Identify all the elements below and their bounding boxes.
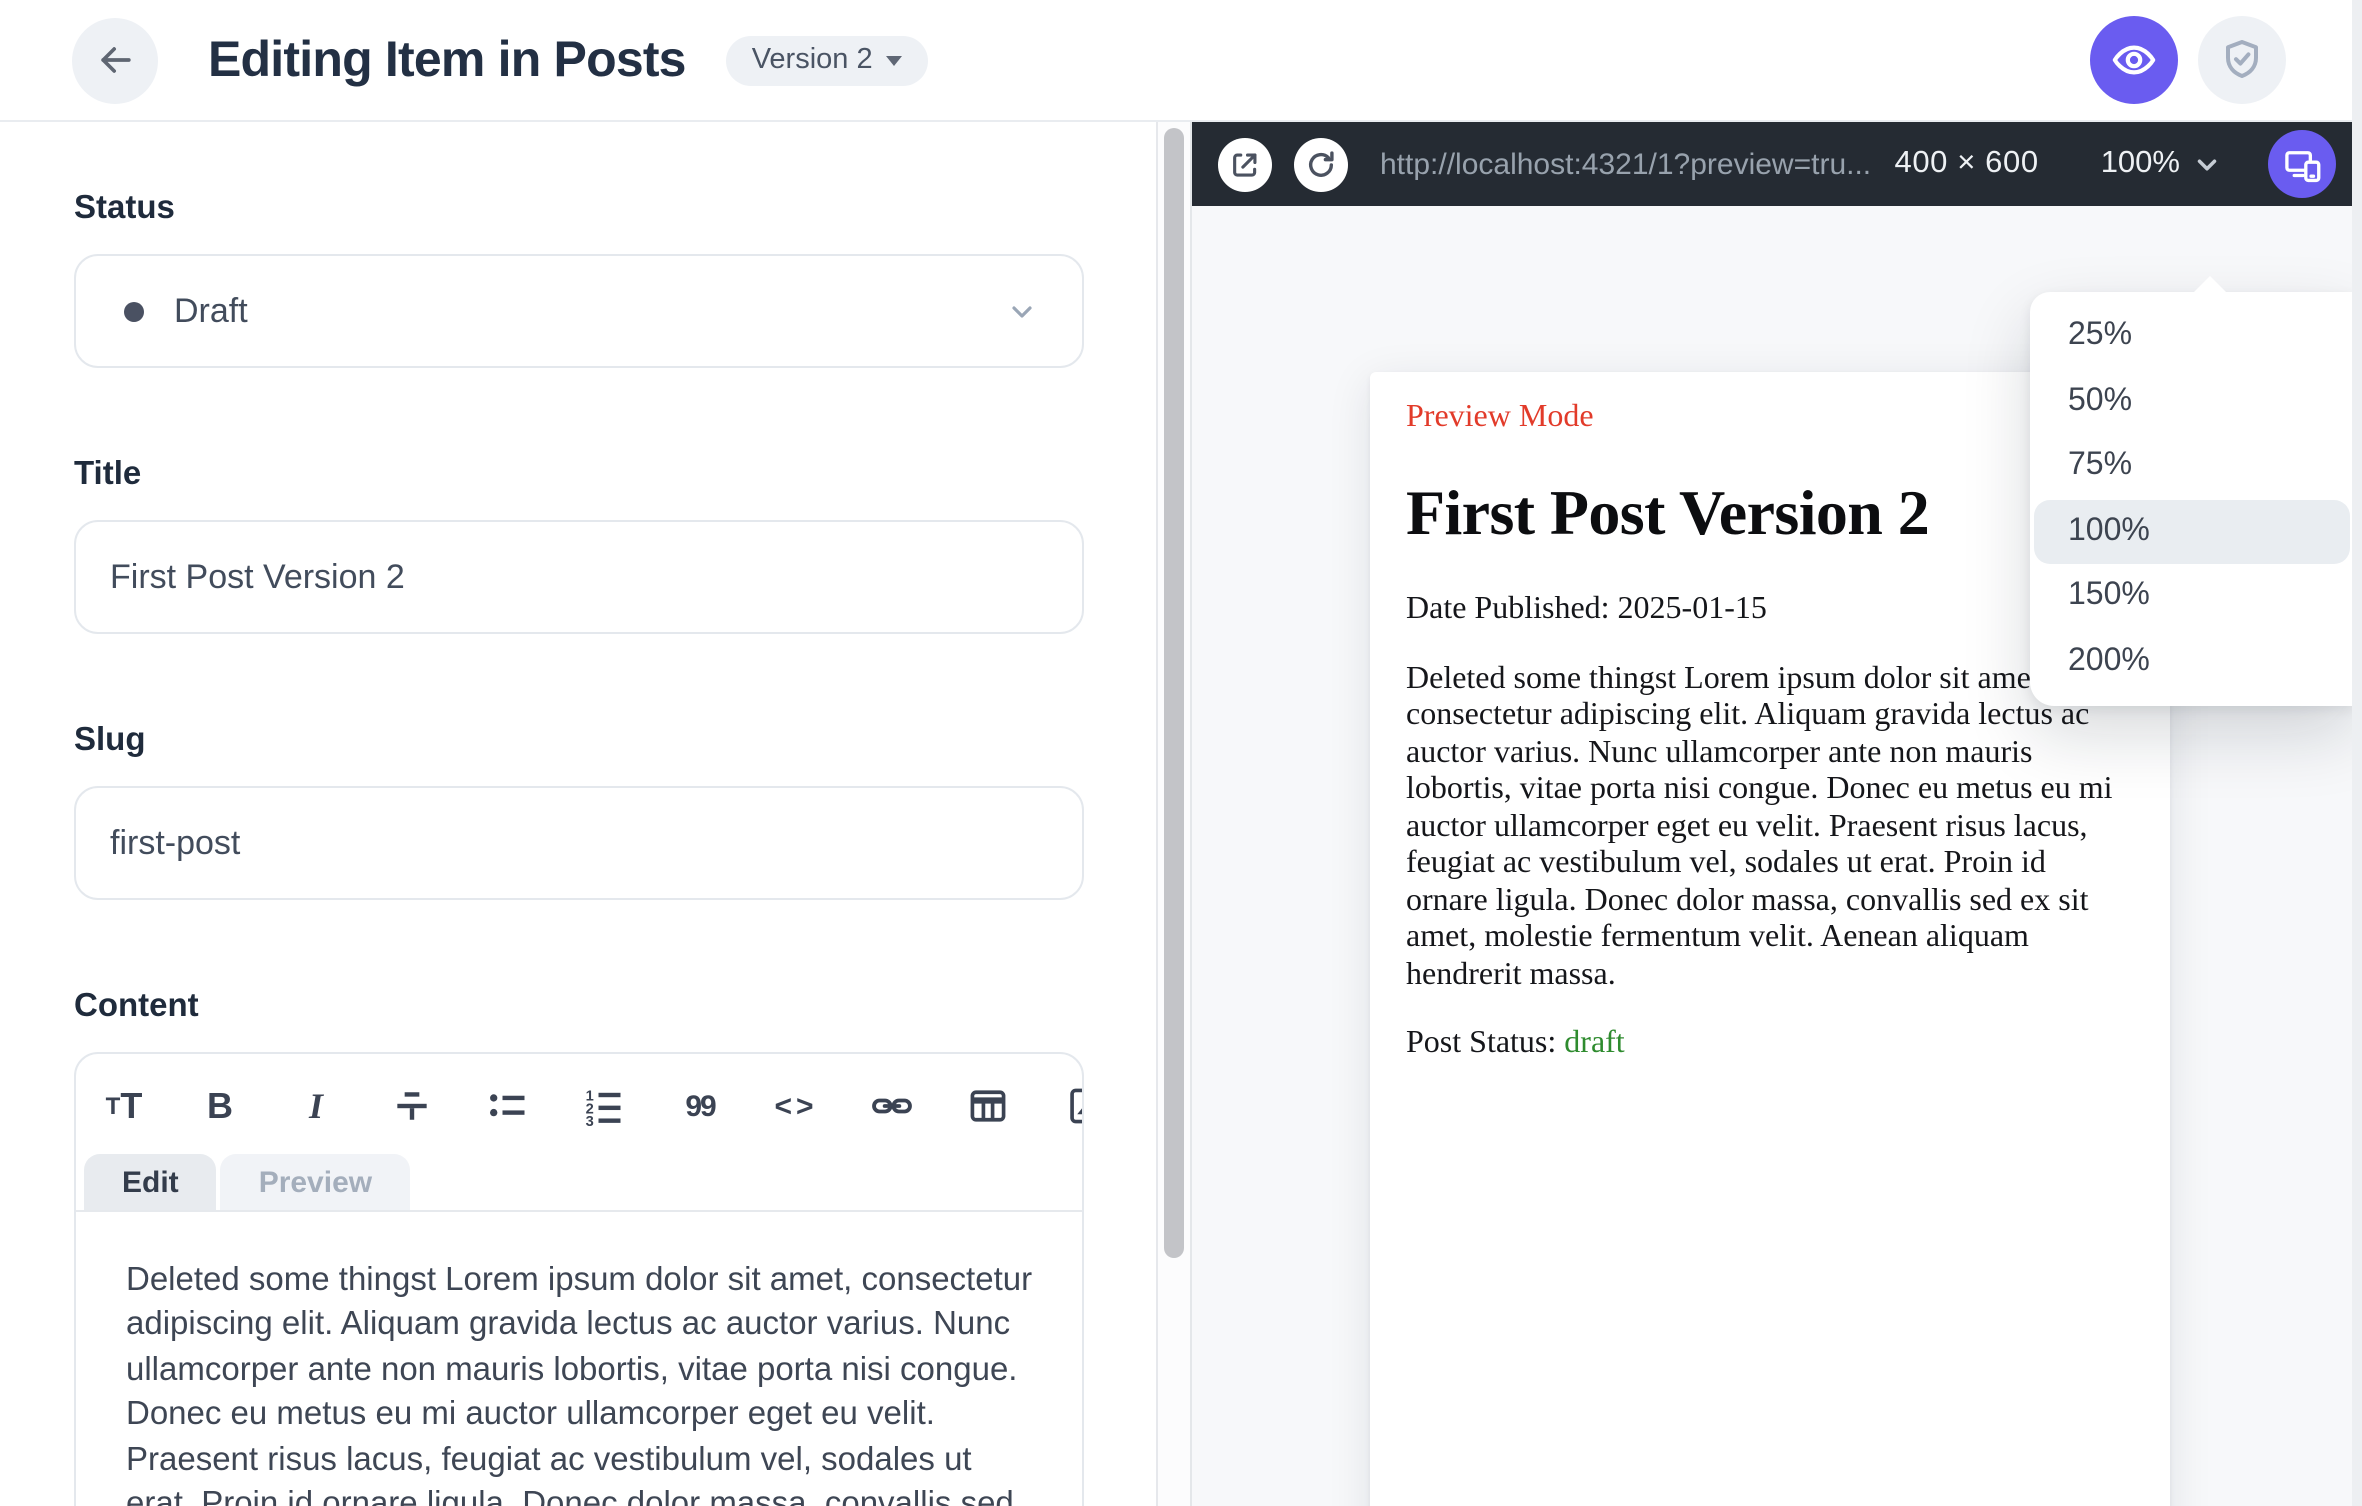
svg-text:3: 3 <box>586 1114 594 1128</box>
preview-post-status: Post Status: draft <box>1406 1026 2134 1062</box>
viewport-size: 400 × 600 <box>1894 146 2039 180</box>
code-icon[interactable]: <> <box>774 1082 818 1130</box>
preview-url[interactable]: http://localhost:4321/1?preview=tru... <box>1380 147 1873 181</box>
zoom-level-value: 100% <box>2100 146 2180 180</box>
eye-icon <box>2110 36 2158 84</box>
bullet-list-icon[interactable] <box>486 1082 530 1130</box>
validation-button[interactable] <box>2198 16 2286 104</box>
edit-panel: Status Draft Title Slug <box>0 122 1190 1506</box>
refresh-button[interactable] <box>1294 137 1348 191</box>
zoom-option-100[interactable]: 100% <box>2034 499 2350 564</box>
topbar: Editing Item in Posts Version 2 <box>0 0 2362 122</box>
zoom-option-75[interactable]: 75% <box>2034 434 2350 499</box>
external-link-icon <box>1228 147 1262 181</box>
chevron-down-icon <box>1006 295 1038 327</box>
zoom-option-150[interactable]: 150% <box>2034 564 2350 629</box>
preview-post-body: Deleted some thingst Lorem ipsum dolor s… <box>1406 662 2113 992</box>
device-mode-button[interactable] <box>2268 130 2336 198</box>
content-field: Content TT B I 1 2 3 99 <> Edit Preview … <box>74 988 1116 1506</box>
text-size-icon[interactable]: TT <box>102 1082 146 1130</box>
preview-panel: http://localhost:4321/1?preview=tru... 4… <box>1190 122 2362 1506</box>
chevron-down-icon <box>2197 158 2217 170</box>
status-label: Status <box>74 190 175 226</box>
version-selector[interactable]: Version 2 <box>725 35 929 85</box>
title-label: Title <box>74 456 142 492</box>
zoom-option-200[interactable]: 200% <box>2034 629 2350 694</box>
open-in-new-tab-button[interactable] <box>1218 137 1272 191</box>
window-scrollbar-gutter[interactable] <box>2352 0 2362 1506</box>
ordered-list-icon[interactable]: 123 <box>582 1082 626 1130</box>
caret-down-icon <box>886 55 903 65</box>
preview-mode-badge: Preview Mode <box>1406 400 1594 434</box>
zoom-option-50[interactable]: 50% <box>2034 369 2350 434</box>
preview-post-title: First Post Version 2 <box>1406 476 1930 548</box>
table-icon[interactable] <box>966 1082 1010 1130</box>
italic-icon[interactable]: I <box>294 1082 338 1130</box>
editor-toolbar: TT B I 123 99 <> <box>76 1054 1082 1142</box>
strikethrough-icon[interactable] <box>390 1082 434 1130</box>
title-field: Title <box>74 456 1116 634</box>
post-status-value: draft <box>1564 1026 1625 1061</box>
content-editor: TT B I 123 99 <> Edit Preview Deleted so… <box>74 1052 1084 1506</box>
blockquote-icon[interactable]: 99 <box>678 1082 722 1130</box>
status-dot-icon <box>124 301 144 321</box>
version-label: Version 2 <box>751 44 873 76</box>
zoom-level-dropdown[interactable]: 100% <box>2101 146 2222 182</box>
content-label: Content <box>74 988 199 1024</box>
slug-input[interactable] <box>74 786 1084 900</box>
preview-viewport-area: Preview Mode First Post Version 2 Date P… <box>1192 206 2362 1506</box>
preview-date-line: Date Published: 2025-01-15 <box>1406 592 1767 626</box>
main-split: Status Draft Title Slug <box>0 122 2362 1506</box>
status-select[interactable]: Draft <box>74 254 1084 368</box>
tab-edit[interactable]: Edit <box>84 1154 217 1210</box>
post-status-label: Post Status: <box>1406 1026 1565 1061</box>
menu-caret-icon <box>2194 276 2226 292</box>
back-button[interactable] <box>72 17 158 103</box>
tab-preview[interactable]: Preview <box>220 1154 411 1210</box>
editor-tabs: Edit Preview <box>76 1142 1082 1210</box>
zoom-option-25[interactable]: 25% <box>2034 304 2350 369</box>
slug-label: Slug <box>74 722 146 758</box>
preview-toggle-button[interactable] <box>2090 16 2178 104</box>
app-window: Editing Item in Posts Version 2 Status D… <box>0 0 2362 1506</box>
status-field: Status Draft <box>74 190 1116 368</box>
zoom-dropdown-menu: 25% 50% 75% 100% 150% 200% <box>2030 276 2354 706</box>
shield-check-icon <box>2218 36 2266 84</box>
slug-field: Slug <box>74 722 1116 900</box>
refresh-icon <box>1304 147 1338 181</box>
status-value: Draft <box>174 291 248 329</box>
title-input[interactable] <box>74 520 1084 634</box>
bold-icon[interactable]: B <box>198 1082 242 1130</box>
devices-icon <box>2281 143 2323 185</box>
edit-form: Status Draft Title Slug <box>0 122 1156 1506</box>
content-textarea[interactable]: Deleted some thingst Lorem ipsum dolor s… <box>76 1212 1082 1506</box>
preview-browser-bar: http://localhost:4321/1?preview=tru... 4… <box>1192 122 2362 206</box>
arrow-left-icon <box>93 38 137 82</box>
image-icon[interactable] <box>1062 1082 1082 1130</box>
edit-panel-scrollbar[interactable] <box>1156 122 1190 1506</box>
page-title: Editing Item in Posts <box>208 31 686 87</box>
link-icon[interactable] <box>870 1082 914 1130</box>
edit-panel-scrollbar-thumb[interactable] <box>1164 128 1184 1258</box>
